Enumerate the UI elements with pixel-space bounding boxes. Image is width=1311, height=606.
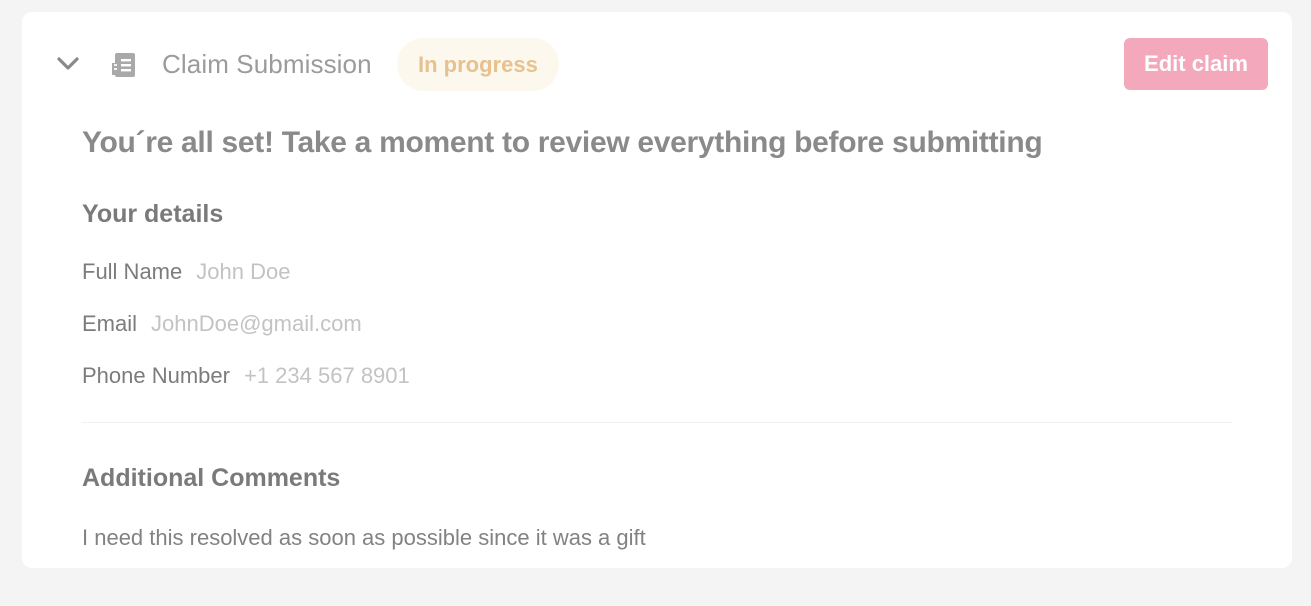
review-heading: You´re all set! Take a moment to review … (82, 126, 1043, 159)
email-label: Email (82, 311, 138, 336)
full-name-row: Full Name John Doe (82, 259, 290, 285)
phone-number-label: Phone Number (82, 363, 230, 388)
claim-card: Claim Submission In progress Edit claim … (22, 12, 1292, 568)
claim-title: Claim Submission (162, 49, 372, 79)
your-details-heading: Your details (82, 200, 224, 228)
full-name-label: Full Name (82, 259, 183, 284)
status-badge: In progress (397, 38, 559, 91)
additional-comments-heading: Additional Comments (82, 464, 341, 492)
email-value: JohnDoe@gmail.com (151, 311, 362, 336)
section-divider (82, 422, 1232, 423)
chevron-down-icon[interactable] (54, 52, 82, 76)
email-row: Email JohnDoe@gmail.com (82, 311, 362, 337)
claim-header: Claim Submission In progress Edit claim (22, 38, 1292, 92)
full-name-value: John Doe (196, 259, 291, 284)
phone-number-value: +1 234 567 8901 (243, 363, 410, 388)
document-icon (110, 51, 138, 79)
phone-number-row: Phone Number +1 234 567 8901 (82, 363, 410, 389)
additional-comments-text: I need this resolved as soon as possible… (82, 525, 646, 550)
edit-claim-button[interactable]: Edit claim (1124, 38, 1268, 90)
